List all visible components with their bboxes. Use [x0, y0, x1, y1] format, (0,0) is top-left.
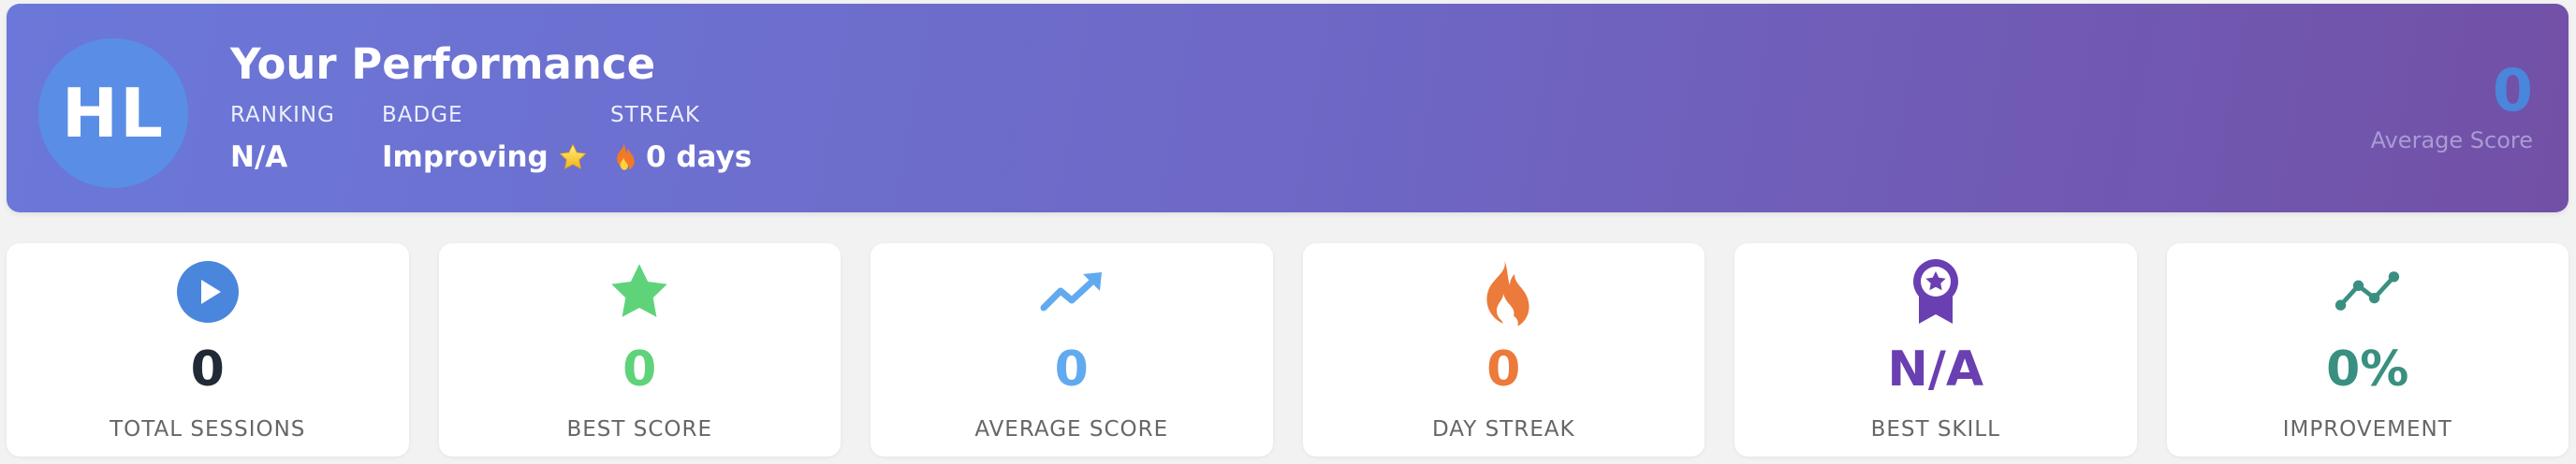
stat-card-average-score: 0 AVERAGE SCORE — [871, 243, 1273, 457]
stat-card-best-skill: N/A BEST SKILL — [1734, 243, 2137, 457]
stats-cards: 0 TOTAL SESSIONS 0 BEST SCORE 0 AVERAGE … — [7, 243, 2569, 457]
streak-block: STREAK 0 days — [610, 103, 752, 174]
ranking-value: N/A — [230, 140, 288, 174]
fire-icon — [610, 142, 637, 172]
improvement-value: 0% — [2326, 341, 2409, 398]
average-score-summary: 0 Average Score — [2370, 56, 2533, 154]
ranking-block: RANKING N/A — [230, 103, 335, 174]
streak-value: 0 days — [646, 140, 753, 174]
stat-card-improvement: 0% IMPROVEMENT — [2166, 243, 2569, 457]
line-chart-icon — [2334, 258, 2401, 326]
star-icon — [558, 142, 588, 172]
fire-icon — [1470, 258, 1537, 326]
day-streak-value: 0 — [1486, 341, 1521, 398]
average-score-card-value: 0 — [1054, 341, 1089, 398]
average-score-label: Average Score — [2370, 127, 2533, 153]
badge-block: BADGE Improving — [382, 103, 588, 174]
play-circle-icon — [174, 258, 242, 326]
best-skill-label: BEST SKILL — [1870, 417, 2000, 442]
average-score-value: 0 — [2492, 56, 2533, 124]
avatar-initials: HL — [61, 74, 166, 152]
stat-card-day-streak: 0 DAY STREAK — [1302, 243, 1705, 457]
streak-label: STREAK — [610, 103, 700, 127]
improvement-label: IMPROVEMENT — [2282, 417, 2452, 442]
best-score-value: 0 — [622, 341, 657, 398]
total-sessions-label: TOTAL SESSIONS — [110, 417, 306, 442]
ranking-label: RANKING — [230, 103, 335, 127]
performance-header: HL Your Performance RANKING N/A BADGE Im… — [7, 4, 2569, 212]
badge-label: BADGE — [382, 103, 463, 127]
avatar: HL — [38, 38, 188, 188]
stat-card-total-sessions: 0 TOTAL SESSIONS — [7, 243, 409, 457]
award-ribbon-icon — [1902, 258, 1969, 326]
best-skill-value: N/A — [1887, 341, 1984, 398]
star-icon — [606, 258, 673, 326]
stat-card-best-score: 0 BEST SCORE — [438, 243, 841, 457]
average-score-card-label: AVERAGE SCORE — [974, 417, 1169, 442]
trending-up-icon — [1038, 258, 1105, 326]
total-sessions-value: 0 — [190, 341, 225, 398]
page-title: Your Performance — [230, 39, 656, 89]
day-streak-label: DAY STREAK — [1431, 417, 1575, 442]
badge-value: Improving — [382, 140, 549, 174]
best-score-label: BEST SCORE — [566, 417, 713, 442]
